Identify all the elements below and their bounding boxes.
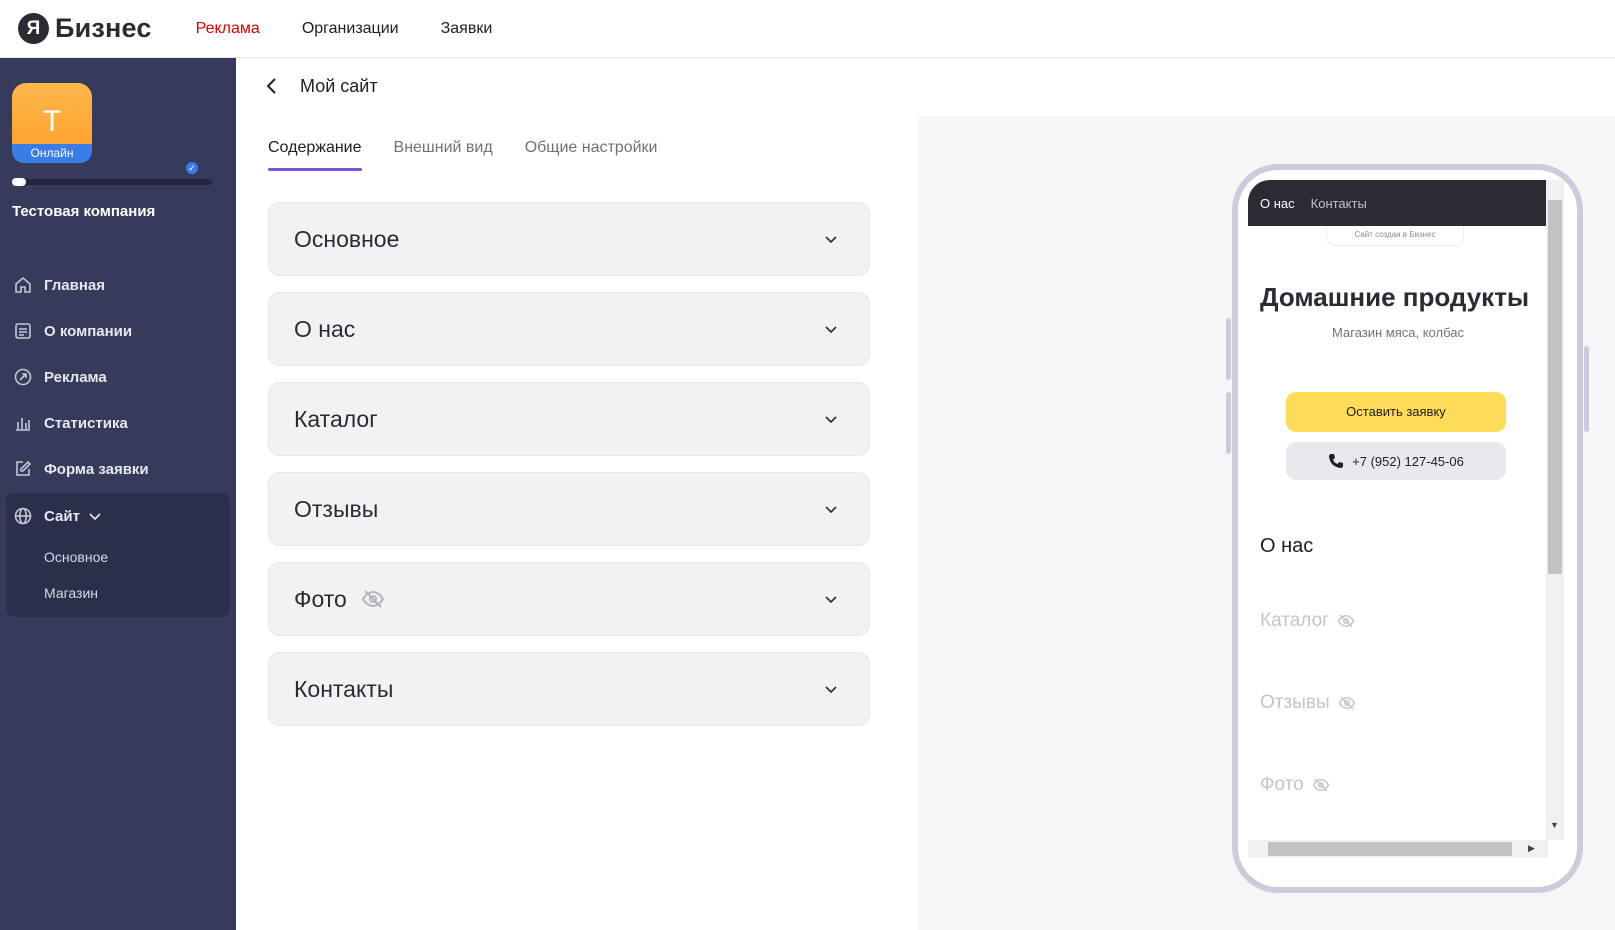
phone-icon [1328,453,1344,469]
scroll-down-icon[interactable]: ▼ [1550,820,1559,830]
stats-icon [12,412,34,434]
sidebar-item-label: Сайт [44,507,80,525]
page-title: Мой сайт [300,76,378,96]
preview-title: Домашние продукты [1260,282,1530,312]
sidebar-menu: Главная О компании Реклама Статистика Фо… [0,262,236,617]
eye-off-icon [1337,612,1355,630]
sidebar-item-label: Форма заявки [44,460,149,478]
company-name: Тестовая компания [12,203,156,220]
phone-side-button [1226,392,1231,454]
edit-icon [12,458,34,480]
section-catalog[interactable]: Каталог [268,382,870,456]
phone-side-button [1584,346,1589,432]
scrollbar-thumb[interactable] [1548,200,1562,574]
sidebar-item-company[interactable]: О компании [0,308,236,354]
top-nav-requests[interactable]: Заявки [441,20,493,38]
preview-nav: О нас Контакты [1248,180,1548,226]
sidebar-item-home[interactable]: Главная [0,262,236,308]
section-label: Фото [294,585,347,612]
sidebar-item-form[interactable]: Форма заявки [0,446,236,492]
tab-general-settings[interactable]: Общие настройки [525,139,658,171]
phone-number: +7 (952) 127-45-06 [1352,453,1464,469]
eye-off-icon [1312,776,1330,794]
section-reviews[interactable]: Отзывы [268,472,870,546]
sidebar-item-stats[interactable]: Статистика [0,400,236,446]
phone-screen: О нас Контакты Сайт создан в Бизнес Дома… [1248,180,1548,860]
tab-content[interactable]: Содержание [268,139,362,171]
phone-button[interactable]: +7 (952) 127-45-06 [1286,442,1506,480]
section-photo[interactable]: Фото [268,562,870,636]
sidebar-item-label: Статистика [44,414,128,432]
sidebar-item-ads[interactable]: Реклама [0,354,236,400]
preview-hidden-reviews: Отзывы [1260,692,1356,714]
preview-hidden-photo: Фото [1260,774,1330,796]
sidebar-item-label: О компании [44,322,133,340]
section-main[interactable]: Основное [268,202,870,276]
preview-hidden-label: Каталог [1260,610,1330,631]
chevron-down-icon [823,591,839,607]
check-icon: ✓ [186,162,198,174]
setup-progress-fill [12,178,26,186]
sidebar-item-site[interactable]: Сайт [6,493,230,539]
scrollbar-thumb[interactable] [1268,842,1512,856]
section-label: О нас [294,315,356,342]
preview-about-heading: О нас [1260,535,1314,557]
section-label: Отзывы [294,495,379,522]
chevron-down-icon [823,321,839,337]
chevron-down-icon [823,681,839,697]
phone-side-button [1226,318,1231,380]
top-nav-organizations[interactable]: Организации [302,20,399,38]
chevron-down-icon [823,501,839,517]
top-nav: Реклама Организации Заявки [196,20,493,38]
preview-subtitle: Магазин мяса, колбас [1332,325,1464,340]
tab-appearance[interactable]: Внешний вид [394,139,493,171]
preview-hidden-catalog: Каталог [1260,610,1355,632]
preview-nav-about[interactable]: О нас [1260,196,1295,211]
logo[interactable]: Я Бизнес [18,13,152,44]
sidebar-item-label: Реклама [44,368,107,386]
chevron-down-icon [823,231,839,247]
avatar[interactable]: T Онлайн [12,83,92,163]
eye-off-icon [1338,694,1356,712]
sidebar-site-group: Сайт Основное Магазин [6,493,230,617]
home-icon [12,274,34,296]
top-nav-ads[interactable]: Реклама [196,20,260,38]
chevron-down-icon [823,411,839,427]
setup-progress-bar [12,178,212,186]
section-label: Каталог [294,405,378,432]
logo-text: Бизнес [55,13,152,43]
section-label: Контакты [294,675,394,702]
horizontal-scrollbar[interactable]: ▶ [1248,840,1548,858]
sidebar-subitem-shop[interactable]: Магазин [6,575,230,611]
avatar-letter: T [42,105,62,138]
back-arrow-icon[interactable] [262,76,282,96]
eye-off-icon[interactable] [361,587,385,611]
vertical-scrollbar[interactable]: ▼ [1546,180,1564,840]
sidebar-item-label: Главная [44,276,106,294]
ads-icon [12,366,34,388]
section-about[interactable]: О нас [268,292,870,366]
document-icon [12,320,34,342]
top-bar: Я Бизнес Реклама Организации Заявки [0,0,1615,58]
created-with-badge: Сайт создан в Бизнес [1326,226,1464,246]
globe-icon [12,505,34,527]
sidebar-subitem-main[interactable]: Основное [6,539,230,575]
section-contacts[interactable]: Контакты [268,652,870,726]
chevron-down-icon [88,509,102,523]
tabs: Содержание Внешний вид Общие настройки [268,139,657,171]
scroll-right-icon[interactable]: ▶ [1528,843,1535,854]
leave-request-button[interactable]: Оставить заявку [1286,392,1506,432]
preview-nav-contacts[interactable]: Контакты [1311,196,1367,211]
preview-hidden-label: Отзывы [1260,692,1330,713]
phone-preview: О нас Контакты Сайт создан в Бизнес Дома… [1232,164,1583,893]
preview-hidden-label: Фото [1260,774,1304,795]
sidebar: T Онлайн ✓ Тестовая компания Главная О к… [0,58,236,930]
online-badge: Онлайн [12,144,92,163]
logo-mark: Я [18,13,49,44]
section-label: Основное [294,225,400,252]
